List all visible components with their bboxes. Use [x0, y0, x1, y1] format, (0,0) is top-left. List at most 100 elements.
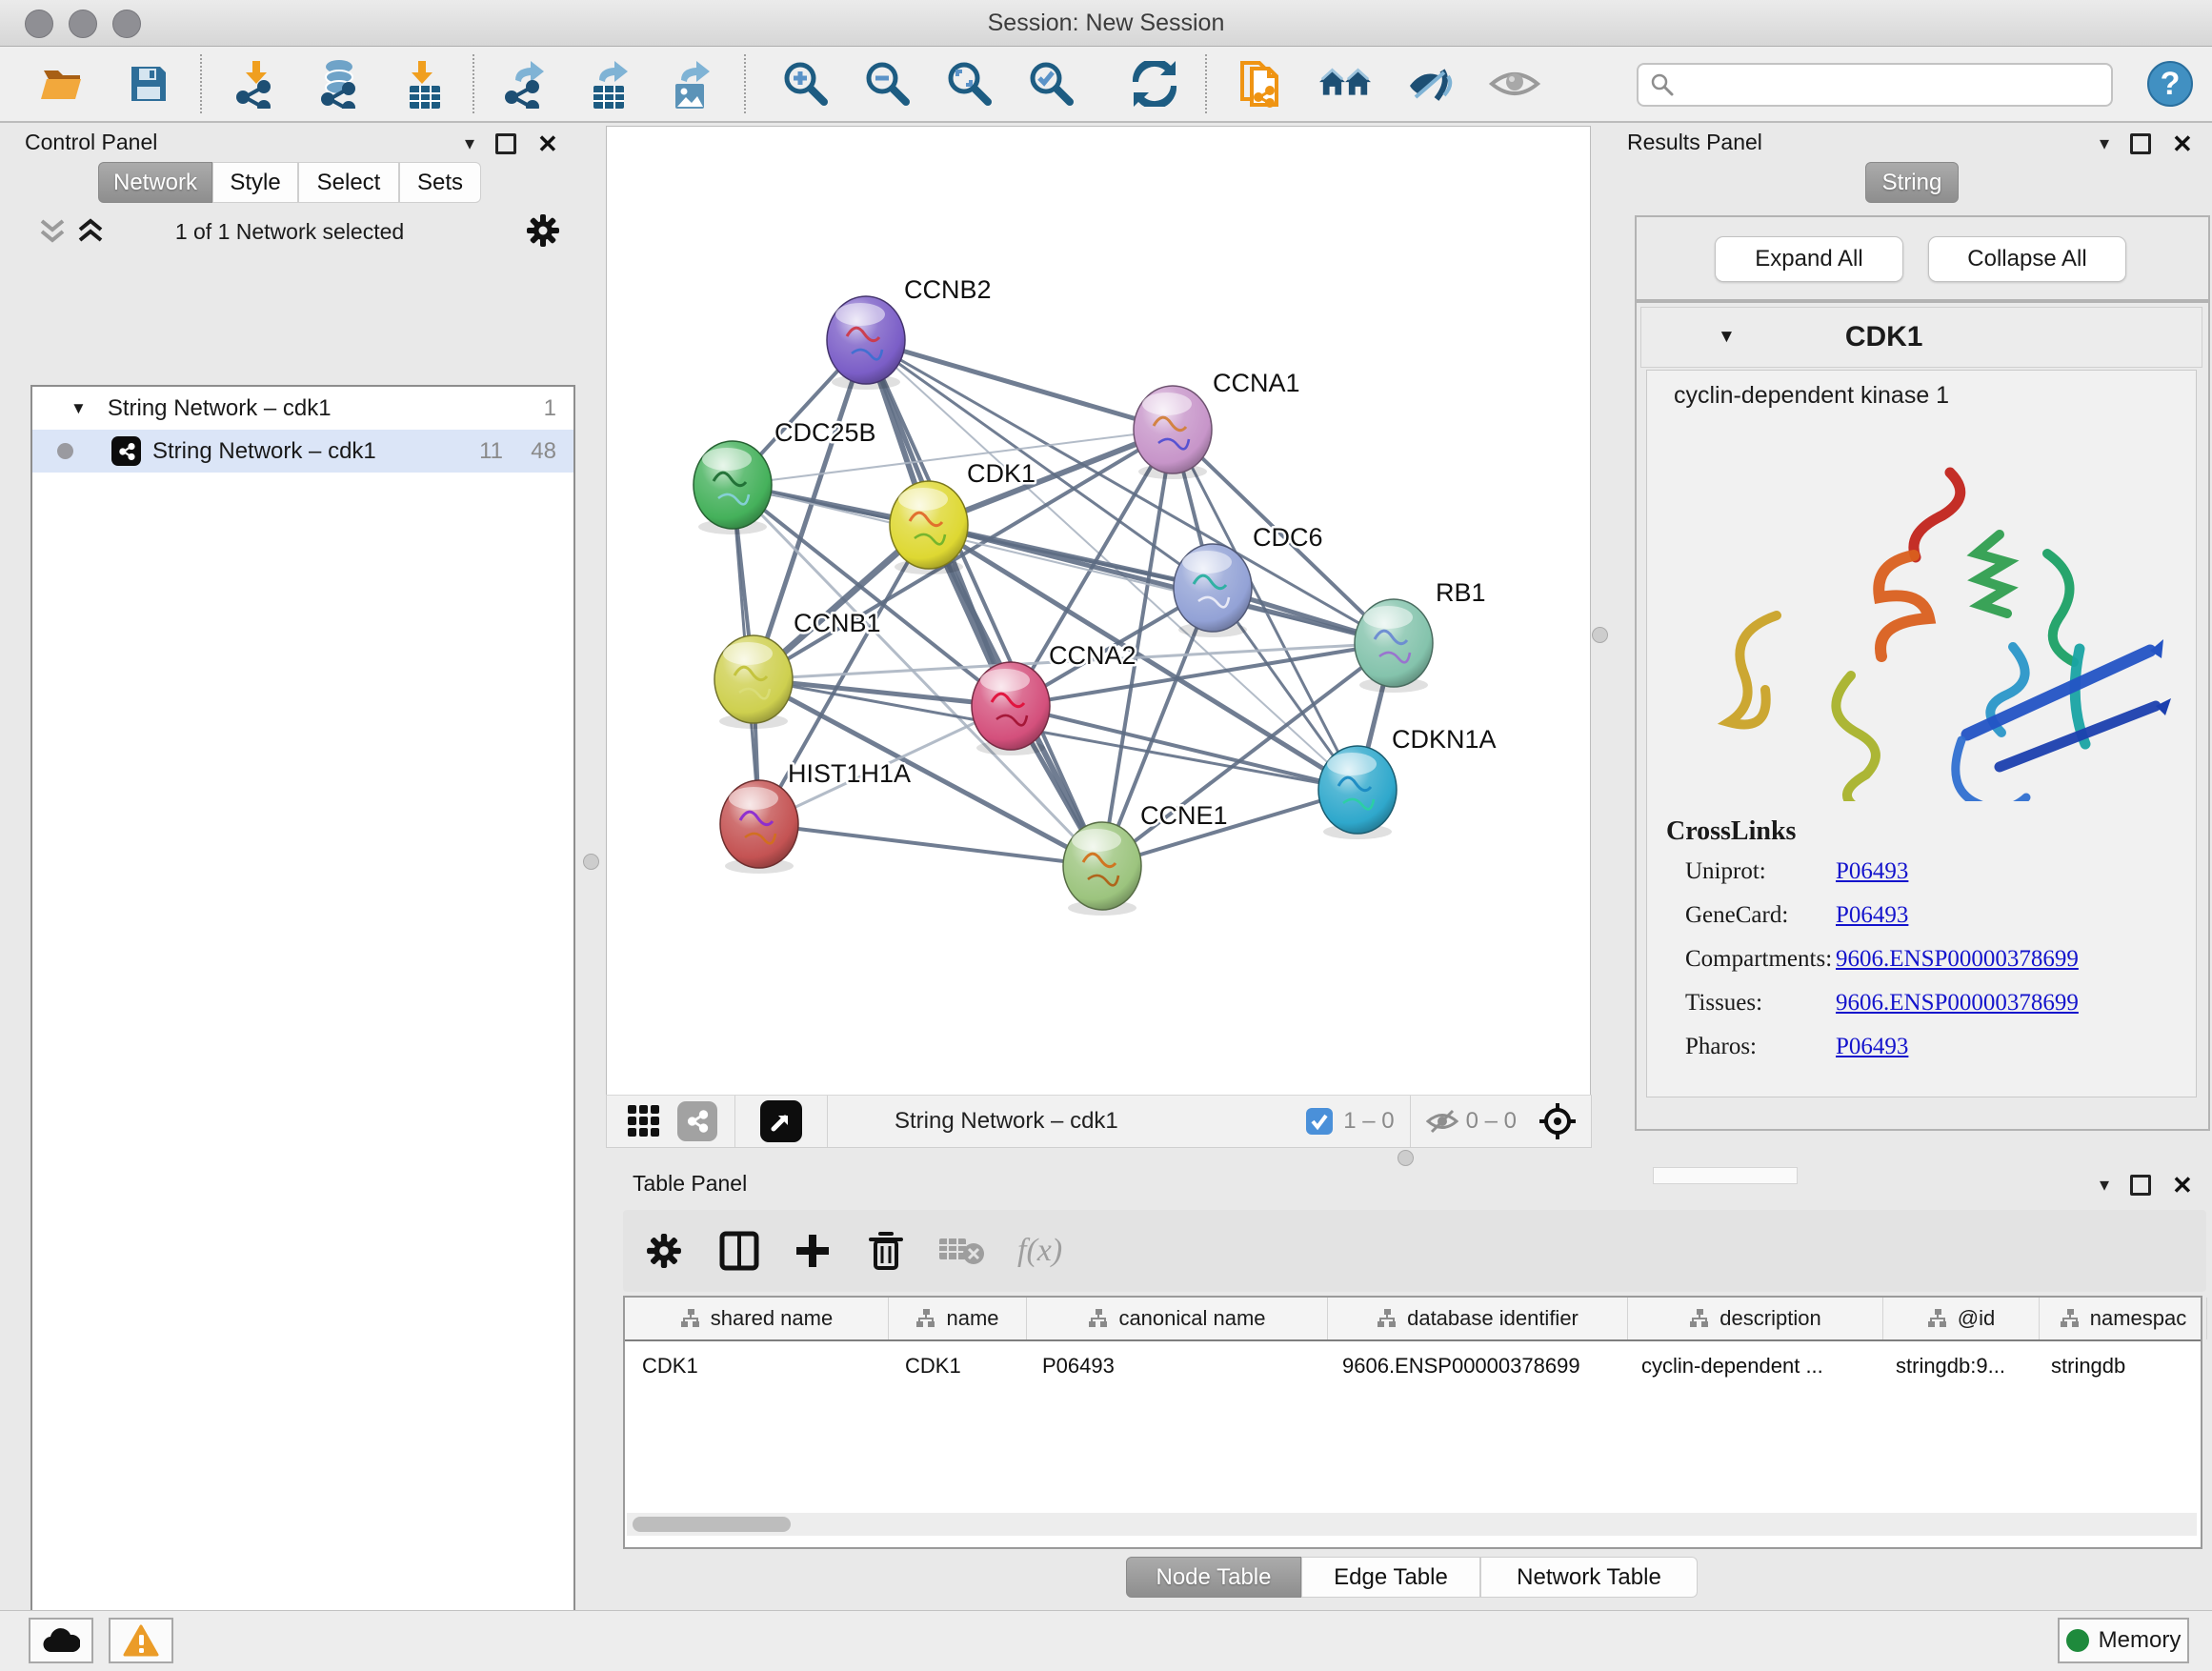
- fit-selected-crosshair-icon[interactable]: [1538, 1101, 1578, 1141]
- search-input[interactable]: [1682, 71, 2086, 98]
- collapse-all-button[interactable]: Collapse All: [1928, 236, 2126, 282]
- open-folder-icon[interactable]: [36, 57, 90, 111]
- crosslink-link[interactable]: P06493: [1836, 858, 1908, 885]
- section-collapse-icon[interactable]: ▼: [1718, 327, 1736, 348]
- left-divider-handle[interactable]: [583, 854, 599, 870]
- network-node-CCNB1[interactable]: CCNB1: [714, 609, 881, 729]
- gene-section-header[interactable]: ▼ CDK1: [1640, 307, 2202, 368]
- table-cell[interactable]: P06493: [1025, 1341, 1325, 1391]
- export-image-icon[interactable]: [665, 57, 718, 111]
- expand-all-button[interactable]: Expand All: [1715, 236, 1903, 282]
- network-row-selected[interactable]: String Network – cdk1 11 48: [32, 430, 573, 473]
- zoom-fit-icon[interactable]: [943, 57, 996, 111]
- network-node-HIST1H1A[interactable]: HIST1H1A: [720, 759, 911, 874]
- column-header-shared-name[interactable]: shared name: [625, 1298, 889, 1339]
- network-node-CCNA1[interactable]: CCNA1: [1134, 369, 1300, 479]
- panel-close-icon[interactable]: ✕: [537, 136, 558, 151]
- table-row[interactable]: CDK1CDK1P064939606.ENSP00000378699cyclin…: [625, 1341, 2201, 1391]
- export-network-icon[interactable]: [499, 57, 553, 111]
- panel-float-icon[interactable]: [2130, 133, 2151, 154]
- save-icon[interactable]: [122, 57, 175, 111]
- show-all-eye-icon[interactable]: [1488, 57, 1541, 111]
- warning-button[interactable]: [109, 1618, 173, 1663]
- network-options-gear-icon[interactable]: [526, 213, 560, 248]
- clone-network-icon[interactable]: [1237, 57, 1290, 111]
- network-node-CCNE1[interactable]: CCNE1: [1063, 801, 1228, 916]
- svg-text:CCNE1: CCNE1: [1140, 801, 1228, 830]
- panel-close-icon[interactable]: ✕: [2172, 1178, 2193, 1193]
- memory-button[interactable]: Memory: [2058, 1618, 2189, 1663]
- tree-expand-icon[interactable]: ▼: [70, 399, 87, 418]
- panel-menu-icon[interactable]: ▾: [2100, 1173, 2109, 1197]
- panel-float-icon[interactable]: [495, 133, 516, 154]
- crosslink-link[interactable]: P06493: [1836, 1034, 1908, 1060]
- export-table-icon[interactable]: [583, 57, 636, 111]
- tab-style[interactable]: Style: [212, 162, 298, 203]
- tab-select[interactable]: Select: [298, 162, 399, 203]
- import-table-icon[interactable]: [398, 57, 452, 111]
- import-network-database-icon[interactable]: [312, 57, 366, 111]
- tab-node-table[interactable]: Node Table: [1126, 1557, 1301, 1598]
- show-columns-icon[interactable]: [718, 1230, 760, 1272]
- column-header-name[interactable]: name: [889, 1298, 1027, 1339]
- tab-network-table[interactable]: Network Table: [1480, 1557, 1698, 1598]
- table-cell[interactable]: cyclin-dependent ...: [1624, 1341, 1879, 1391]
- column-header-database-identifier[interactable]: database identifier: [1328, 1298, 1628, 1339]
- string-network-graph[interactable]: CCNB2CCNA1CDC25BCDK1CDC6RB1CCNB1CCNA2CDK…: [607, 127, 1590, 1095]
- network-canvas[interactable]: CCNB2CCNA1CDC25BCDK1CDC6RB1CCNB1CCNA2CDK…: [606, 126, 1591, 1096]
- panel-close-icon[interactable]: ✕: [2172, 136, 2193, 151]
- scrollbar-thumb[interactable]: [633, 1517, 791, 1532]
- function-builder-icon[interactable]: f(x): [1017, 1233, 1062, 1269]
- zoom-in-icon[interactable]: [779, 57, 833, 111]
- table-h-scrollbar[interactable]: [627, 1513, 2197, 1536]
- right-divider-handle[interactable]: [1592, 627, 1608, 643]
- hide-selected-eye-icon[interactable]: [1404, 57, 1458, 111]
- table-cell[interactable]: CDK1: [625, 1341, 888, 1391]
- panel-float-icon[interactable]: [2130, 1175, 2151, 1196]
- toolbar-separator: [1205, 54, 1207, 113]
- column-header-description[interactable]: description: [1628, 1298, 1883, 1339]
- grid-view-icon[interactable]: [628, 1105, 660, 1137]
- string-view-icon[interactable]: [677, 1101, 717, 1141]
- panel-menu-icon[interactable]: ▾: [465, 131, 474, 155]
- zoom-out-icon[interactable]: [861, 57, 915, 111]
- table-cell[interactable]: CDK1: [888, 1341, 1025, 1391]
- help-icon[interactable]: ?: [2143, 57, 2197, 111]
- bottom-divider-handle[interactable]: [1398, 1150, 1414, 1166]
- crosslink-link[interactable]: 9606.ENSP00000378699: [1836, 946, 2079, 973]
- table-settings-gear-icon[interactable]: [646, 1233, 682, 1269]
- table-panel-title: Table Panel: [633, 1171, 747, 1197]
- search-field[interactable]: [1637, 63, 2113, 107]
- tab-network[interactable]: Network: [98, 162, 212, 203]
- tab-sets[interactable]: Sets: [399, 162, 481, 203]
- birds-eye-view-icon[interactable]: [760, 1100, 802, 1142]
- control-panel-tabs: NetworkStyleSelectSets: [10, 162, 570, 203]
- network-list: ▼ String Network – cdk1 1 String Network…: [30, 385, 575, 1671]
- network-node-CDC25B[interactable]: CDC25B: [694, 418, 876, 534]
- crosslink-link[interactable]: 9606.ENSP00000378699: [1836, 990, 2079, 1017]
- refresh-icon[interactable]: [1128, 57, 1181, 111]
- crosslink-link[interactable]: P06493: [1836, 902, 1908, 929]
- cloud-button[interactable]: [29, 1618, 93, 1663]
- delete-table-icon[interactable]: [939, 1235, 985, 1267]
- tab-string[interactable]: String: [1865, 162, 1959, 203]
- import-network-file-icon[interactable]: [231, 57, 284, 111]
- column-header--id[interactable]: @id: [1883, 1298, 2040, 1339]
- network-collection-row[interactable]: ▼ String Network – cdk1 1: [32, 387, 573, 430]
- column-header-namespac[interactable]: namespac: [2040, 1298, 2207, 1339]
- add-column-icon[interactable]: [793, 1231, 833, 1271]
- table-cell[interactable]: stringdb:9...: [1879, 1341, 2034, 1391]
- homes-icon[interactable]: [1318, 57, 1372, 111]
- table-cell[interactable]: 9606.ENSP00000378699: [1325, 1341, 1624, 1391]
- tab-edge-table[interactable]: Edge Table: [1301, 1557, 1480, 1598]
- memory-label: Memory: [2099, 1627, 2182, 1654]
- network-node-CDKN1A[interactable]: CDKN1A: [1318, 725, 1497, 839]
- node-table[interactable]: shared namenamecanonical namedatabase id…: [623, 1296, 2202, 1549]
- network-node-RB1[interactable]: RB1: [1355, 578, 1486, 693]
- delete-column-trash-icon[interactable]: [867, 1230, 905, 1272]
- table-cell[interactable]: stringdb: [2034, 1341, 2201, 1391]
- panel-menu-icon[interactable]: ▾: [2100, 131, 2109, 155]
- results-panel-title: Results Panel: [1627, 130, 1762, 155]
- zoom-selected-icon[interactable]: [1025, 57, 1078, 111]
- column-header-canonical-name[interactable]: canonical name: [1027, 1298, 1328, 1339]
